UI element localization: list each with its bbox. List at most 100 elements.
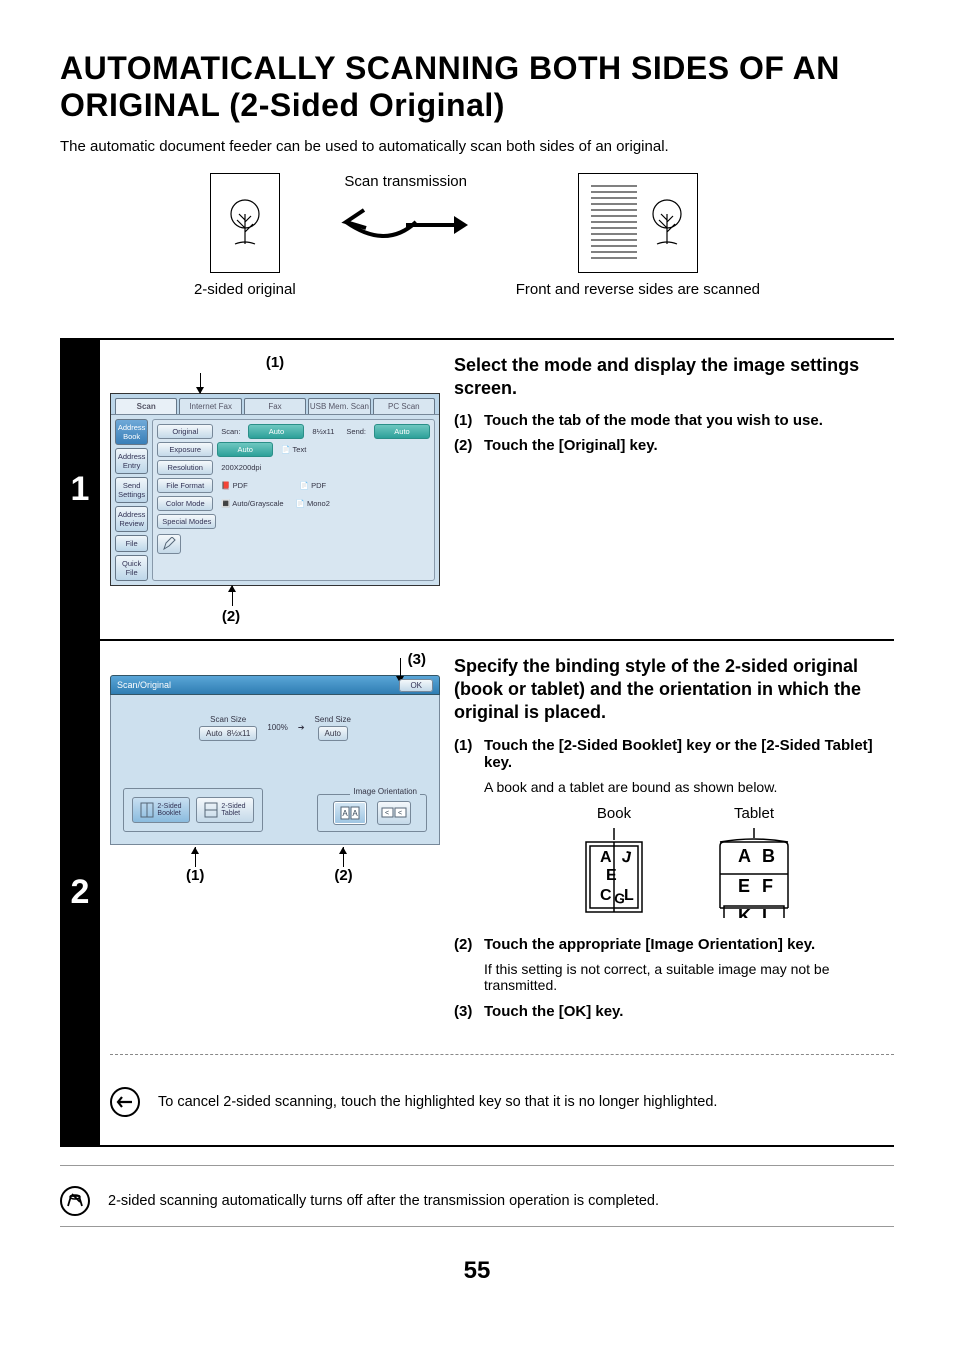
svg-text:F: F [762,876,773,896]
callout-s2-1: (1) [186,867,204,884]
file-format-button[interactable]: File Format [157,478,213,493]
ok-button[interactable]: OK [399,679,433,692]
tab-fax[interactable]: Fax [244,398,306,414]
cancel-note: To cancel 2-sided scanning, touch the hi… [158,1094,717,1110]
diagram-row: 2-sided original Scan transmission Front… [60,173,894,298]
resolution-button[interactable]: Resolution [157,460,213,475]
tablet-icon [204,802,218,818]
s2-sub2-note: If this setting is not correct, a suitab… [484,961,884,993]
callout-s2-2: (2) [334,867,352,884]
image-orientation-label: Image Orientation [350,787,420,796]
svg-text:C: C [600,887,612,904]
exposure-button[interactable]: Exposure [157,442,213,457]
orientation-portrait-button[interactable]: AA [333,801,367,825]
ff-val1: 📕 PDF [217,479,251,492]
right-caption: Front and reverse sides are scanned [516,281,760,298]
tab-internet-fax[interactable]: Internet Fax [179,398,241,414]
ff-val2: 📄 PDF [296,479,330,492]
svg-text:A: A [352,809,358,818]
s2-sub1-num: (1) [454,737,484,771]
s2-sub1-text: Touch the [2-Sided Booklet] key or the [… [484,737,884,771]
scan-original-panel: Scan/Original OK Scan Size Auto 8½x11 10… [110,675,440,845]
left-caption: 2-sided original [194,281,296,298]
note-icon [60,1186,90,1216]
step2-title: Specify the binding style of the 2-sided… [454,655,884,725]
scan-transmission-label: Scan transmission [344,173,467,190]
s2-sub2-num: (2) [454,936,484,953]
svg-text:L: L [624,887,634,904]
exposure-mode: 📄 Text [277,443,310,456]
step-number-2: 2 [60,641,100,1145]
svg-text:A: A [738,846,751,866]
book-illustration: A J E C G L [574,828,654,918]
page-number: 55 [60,1257,894,1285]
pencil-icon [162,537,176,551]
sidebar-file[interactable]: File [115,535,148,552]
tab-scan[interactable]: Scan [115,398,177,414]
color-mode-button[interactable]: Color Mode [157,496,213,511]
original-button[interactable]: Original [157,424,213,439]
s1-sub1-num: (1) [454,412,484,429]
portrait-icon: AA [339,806,361,820]
special-modes-button[interactable]: Special Modes [157,514,216,529]
svg-text:E: E [606,867,617,884]
callout-2: (2) [22,608,440,625]
svg-text:L: L [762,906,773,918]
arrow-right-icon: ➔ [298,723,305,732]
exposure-auto[interactable]: Auto [217,442,273,457]
cm-val2: 📄 Mono2 [292,497,334,510]
orientation-landscape-button[interactable]: << [377,801,411,825]
intro-text: The automatic document feeder can be use… [60,138,894,155]
tab-usb-mem-scan[interactable]: USB Mem. Scan [308,398,370,414]
panel2-title: Scan/Original [117,680,171,690]
svg-text:J: J [620,848,632,866]
svg-text:A: A [342,809,348,818]
svg-text:<: < [398,810,402,817]
original-illustration [210,173,280,273]
two-sided-booklet-button[interactable]: 2-Sided Booklet [132,797,190,823]
preview-button[interactable] [157,534,181,554]
step-number-1: 1 [60,340,100,639]
send-auto-button[interactable]: Auto [374,424,430,439]
settings-panel-screenshot: Scan Internet Fax Fax USB Mem. Scan PC S… [110,393,440,586]
book-label: Book [574,805,654,822]
s2-sub3-num: (3) [454,1003,484,1020]
pct-label: 100% [267,723,287,732]
tablet-label: Tablet [714,805,794,822]
send-label: Send: [342,425,370,438]
scan-size-label: Scan Size [199,715,257,724]
sidebar-address-entry[interactable]: Address Entry [115,448,148,474]
cm-val1: 🔳 Auto/Grayscale [217,497,287,510]
footer-note: 2-sided scanning automatically turns off… [108,1193,659,1209]
scan-auto-pill[interactable]: Auto 8½x11 [199,726,257,741]
tab-pc-scan[interactable]: PC Scan [373,398,435,414]
send-auto-pill[interactable]: Auto [318,726,348,741]
booklet-icon [140,802,154,818]
tablet-illustration: A B E F K L [714,828,794,918]
s2-sub3-text: Touch the [OK] key. [484,1003,884,1020]
svg-text:E: E [738,876,750,896]
scan-auto-button[interactable]: Auto [248,424,304,439]
sidebar-address-review[interactable]: Address Review [115,506,148,532]
callout-3: (3) [408,651,426,668]
sidebar-send-settings[interactable]: Send Settings [115,477,148,503]
step1-title: Select the mode and display the image se… [454,354,884,401]
s2-sub2-text: Touch the appropriate [Image Orientation… [484,936,884,953]
s1-sub2-text: Touch the [Original] key. [484,437,884,454]
s1-sub2-num: (2) [454,437,484,454]
two-sided-tablet-button[interactable]: 2-Sided Tablet [196,797,254,823]
s2-sub1-note: A book and a tablet are bound as shown b… [484,779,884,795]
scanned-illustration [578,173,698,273]
s1-sub1-text: Touch the tab of the mode that you wish … [484,412,884,429]
page-heading: AUTOMATICALLY SCANNING BOTH SIDES OF AN … [60,50,894,124]
svg-text:<: < [385,810,389,817]
landscape-icon: << [381,807,407,819]
scan-size-val: 8½x11 [308,425,338,438]
cancel-icon [110,1087,140,1117]
svg-text:A: A [600,849,612,866]
resolution-val: 200X200dpi [217,461,265,474]
sidebar-address-book[interactable]: Address Book [115,419,148,445]
sidebar-quick-file[interactable]: Quick File [115,555,148,581]
svg-text:K: K [738,906,751,918]
svg-text:B: B [762,846,775,866]
